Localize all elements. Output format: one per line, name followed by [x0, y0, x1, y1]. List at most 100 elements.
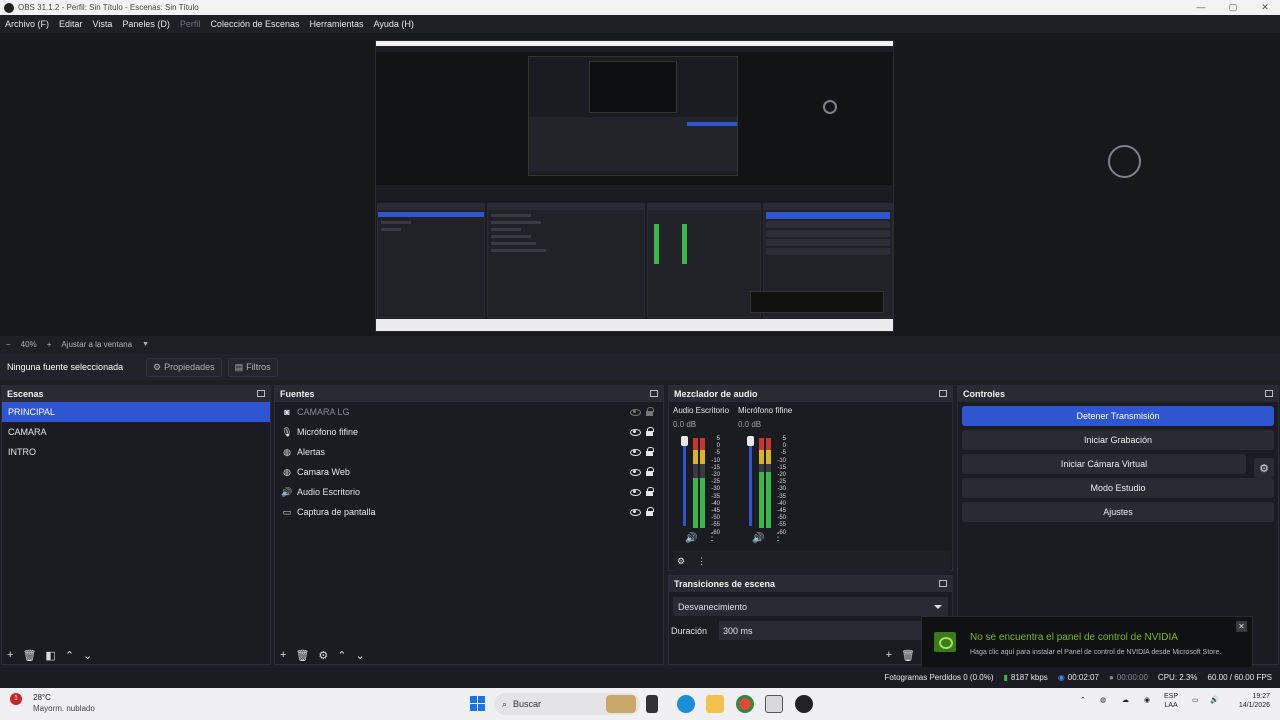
- close-icon[interactable]: ✕: [1236, 621, 1247, 632]
- float-dock-icon[interactable]: [1265, 390, 1273, 397]
- scene-item-camara[interactable]: CAMARA: [2, 422, 270, 442]
- more-options-icon[interactable]: ⋮: [773, 532, 783, 543]
- zoom-in-button[interactable]: +: [47, 340, 52, 349]
- menu-view[interactable]: Vista: [93, 19, 113, 29]
- float-dock-icon[interactable]: [939, 580, 947, 587]
- menu-help[interactable]: Ayuda (H): [374, 19, 414, 29]
- properties-button[interactable]: ⚙ Propiedades: [146, 357, 222, 377]
- volume-icon[interactable]: 🔊: [1210, 696, 1219, 705]
- visibility-icon[interactable]: [630, 427, 641, 436]
- slider-knob[interactable]: [681, 436, 688, 446]
- menu-scene-collection[interactable]: Colección de Escenas: [210, 19, 299, 29]
- lock-icon[interactable]: [645, 507, 654, 516]
- weather-widget[interactable]: 28°C Mayorm. nublado: [33, 693, 95, 713]
- file-explorer-icon[interactable]: [706, 695, 724, 713]
- weather-icon[interactable]: 1: [10, 693, 26, 707]
- loading-ring-small: [823, 100, 837, 114]
- task-view-icon[interactable]: [646, 695, 658, 713]
- language-indicator[interactable]: ESP LAA: [1164, 692, 1178, 710]
- source-item-captura[interactable]: ▭ Captura de pantalla: [275, 502, 663, 522]
- network-icon[interactable]: ▭: [1192, 696, 1199, 705]
- tray-cloud-icon[interactable]: ☁: [1122, 696, 1129, 705]
- scene-item-principal[interactable]: PRINCIPAL: [2, 402, 270, 422]
- speaker-icon[interactable]: 🔊: [685, 533, 697, 544]
- source-item-microfono[interactable]: 🎙 Micrófono fifine: [275, 422, 663, 442]
- taskbar-search[interactable]: ⌕ Buscar: [494, 693, 640, 715]
- chevron-down-icon[interactable]: ▼: [142, 341, 149, 348]
- volume-slider[interactable]: [681, 436, 688, 526]
- tray-record-icon[interactable]: ◉: [1144, 696, 1150, 705]
- lock-icon[interactable]: [645, 487, 654, 496]
- obs-taskbar-icon[interactable]: [795, 695, 813, 713]
- menu-tools[interactable]: Herramientas: [310, 19, 364, 29]
- scene-transitions-dock: Transiciones de escena Desvanecimiento D…: [668, 575, 953, 665]
- float-dock-icon[interactable]: [939, 390, 947, 397]
- trash-icon[interactable]: 🗑: [295, 649, 309, 662]
- trash-icon[interactable]: 🗑: [22, 649, 36, 662]
- visibility-icon[interactable]: [630, 467, 641, 476]
- menu-profile[interactable]: Perfil: [180, 19, 201, 29]
- move-up-icon[interactable]: ⌃: [337, 649, 346, 662]
- settings-button[interactable]: Ajustes: [962, 502, 1274, 522]
- scene-filters-icon[interactable]: ◧: [45, 649, 55, 662]
- program-preview[interactable]: [0, 33, 1280, 336]
- tray-chevron-icon[interactable]: ⌃: [1080, 696, 1086, 705]
- studio-mode-button[interactable]: Modo Estudio: [962, 478, 1274, 498]
- transition-select[interactable]: Desvanecimiento: [673, 597, 948, 616]
- duration-input[interactable]: 300 ms: [719, 621, 940, 640]
- volume-slider[interactable]: [747, 436, 754, 526]
- maximize-button[interactable]: ▢: [1218, 0, 1248, 15]
- app-window-icon[interactable]: [765, 695, 783, 713]
- fit-to-window-button[interactable]: Ajustar a la ventana: [61, 340, 132, 349]
- clock[interactable]: 19:27 14/1/2026: [1226, 692, 1270, 710]
- advanced-audio-gear-icon[interactable]: ⚙: [677, 556, 685, 567]
- source-item-audio-escritorio[interactable]: 🔊 Audio Escritorio: [275, 482, 663, 502]
- edge-browser-icon[interactable]: [677, 695, 695, 713]
- add-scene-button[interactable]: +: [7, 649, 13, 661]
- minimize-button[interactable]: —: [1186, 0, 1216, 15]
- zoom-out-button[interactable]: −: [6, 340, 11, 349]
- more-options-icon[interactable]: ⋮: [697, 556, 706, 567]
- lock-icon[interactable]: [645, 467, 654, 476]
- visibility-off-icon[interactable]: [630, 407, 641, 416]
- sources-dock-title: Fuentes: [275, 386, 663, 402]
- menu-docks[interactable]: Paneles (D): [122, 19, 170, 29]
- add-transition-button[interactable]: +: [886, 649, 892, 661]
- float-dock-icon[interactable]: [650, 390, 658, 397]
- stop-streaming-button[interactable]: Detener Transmisión: [962, 406, 1274, 426]
- lock-icon[interactable]: [645, 447, 654, 456]
- menu-edit[interactable]: Editar: [59, 19, 83, 29]
- move-down-icon[interactable]: ⌄: [83, 649, 92, 662]
- visibility-icon[interactable]: [630, 447, 641, 456]
- slider-knob[interactable]: [747, 436, 754, 446]
- lock-icon[interactable]: [645, 427, 654, 436]
- virtual-camera-gear-icon[interactable]: ⚙: [1254, 458, 1274, 478]
- chrome-icon[interactable]: [736, 695, 754, 713]
- tray-app-icon[interactable]: ◍: [1100, 696, 1106, 705]
- source-item-camara-web[interactable]: ◍ Camara Web: [275, 462, 663, 482]
- trash-icon[interactable]: 🗑: [901, 649, 915, 662]
- speaker-icon[interactable]: 🔊: [752, 533, 764, 544]
- float-dock-icon[interactable]: [257, 390, 265, 397]
- channel-name: Audio Escritorio: [673, 406, 730, 415]
- visibility-icon[interactable]: [630, 487, 641, 496]
- move-up-icon[interactable]: ⌃: [65, 649, 74, 662]
- move-down-icon[interactable]: ⌄: [356, 649, 365, 662]
- stream-icon: ◉: [1057, 673, 1065, 682]
- close-window-button[interactable]: ✕: [1250, 0, 1280, 15]
- filters-button[interactable]: ▤ Filtros: [227, 357, 278, 377]
- scene-item-intro[interactable]: INTRO: [2, 442, 270, 462]
- menu-bar: Archivo (F) Editar Vista Paneles (D) Per…: [0, 15, 1280, 33]
- start-virtual-camera-button[interactable]: Iniciar Cámara Virtual: [962, 454, 1246, 474]
- visibility-icon[interactable]: [630, 507, 641, 516]
- source-item-alertas[interactable]: ◍ Alertas: [275, 442, 663, 462]
- more-options-icon[interactable]: ⋮: [707, 532, 717, 543]
- nvidia-notification[interactable]: No se encuentra el panel de control de N…: [921, 616, 1253, 668]
- windows-start-icon[interactable]: [469, 695, 487, 713]
- lock-icon[interactable]: [645, 407, 654, 416]
- start-recording-button[interactable]: Iniciar Grabación: [962, 430, 1274, 450]
- add-source-button[interactable]: +: [280, 649, 286, 661]
- source-item-camara-lg[interactable]: ◙ CAMARA LG: [275, 402, 663, 422]
- gear-icon[interactable]: ⚙: [318, 649, 328, 662]
- menu-file[interactable]: Archivo (F): [5, 19, 49, 29]
